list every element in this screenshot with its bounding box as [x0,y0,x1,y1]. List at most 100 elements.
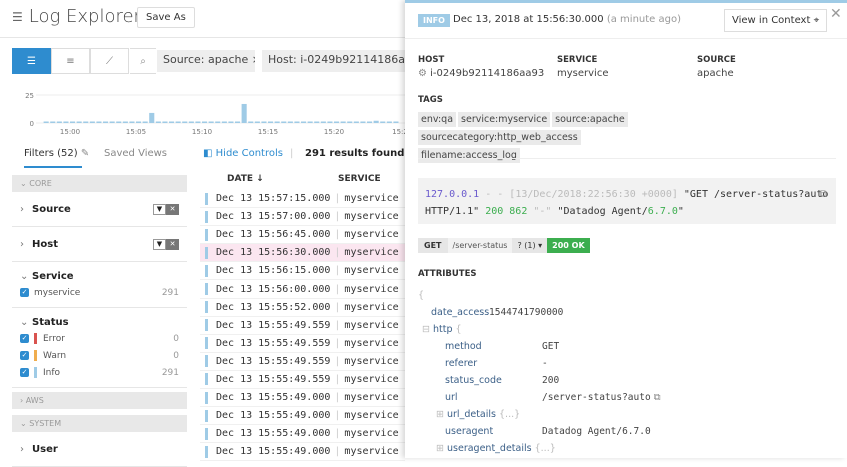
histogram-bar[interactable] [393,122,398,124]
histogram-bar[interactable] [215,122,220,124]
histogram-bar[interactable] [182,122,187,124]
clear-icon[interactable]: ✕ [166,239,179,250]
facet-item[interactable]: ✓myservice291 [20,284,179,301]
log-row[interactable]: Dec 13 15:56:00.000|myservice [200,280,405,298]
facet-header[interactable]: ⌄Status [20,314,179,330]
facet-item-info[interactable]: ✓Info291 [20,364,179,381]
attr-method[interactable]: methodGET [418,338,818,355]
log-row[interactable]: Dec 13 15:55:49.000|myservice [200,407,405,425]
attr-http[interactable]: ⊟ http { [418,321,818,338]
source-value[interactable]: apache [697,68,734,79]
histogram-bar[interactable] [235,122,240,124]
histogram-bar[interactable] [248,122,253,124]
histogram-bar[interactable] [110,122,115,124]
histogram-bar[interactable] [143,122,148,124]
log-row[interactable]: Dec 13 15:55:49.559|myservice [200,335,405,353]
histogram-bar[interactable] [149,113,154,123]
histogram-bar[interactable] [354,122,359,124]
facet-host[interactable]: ›Host▼✕ [12,227,187,262]
attr-useragent[interactable]: useragentDatadog Agent/6.7.0 [418,423,818,440]
tag[interactable]: sourcecategory:http_web_access [418,130,581,145]
host-value[interactable]: ⚙ i-0249b92114186aa93 [418,68,544,79]
histogram-bar[interactable] [261,122,266,124]
histogram-bar[interactable] [129,122,134,124]
filter-icon[interactable]: ▼ [153,239,166,250]
log-row[interactable]: Dec 13 15:57:00.000|myservice [200,208,405,226]
histogram-bar[interactable] [380,122,385,124]
checkbox-checked-icon[interactable]: ✓ [20,368,29,377]
histogram-bar[interactable] [77,122,82,124]
attr-useragent-details[interactable]: ⊞ useragent_details {...} [418,440,818,457]
histogram-bar[interactable] [314,122,319,124]
histogram-bar[interactable] [176,122,181,124]
histogram-bar[interactable] [321,122,326,124]
filter-icon[interactable]: ▼ [153,204,166,215]
histogram-bar[interactable] [96,122,101,124]
attr-status-code[interactable]: status_code200 [418,372,818,389]
histogram-bar[interactable] [136,122,141,124]
histogram-bar[interactable] [70,122,75,124]
query-dropdown[interactable]: ? (1) ▾ [512,238,547,253]
section-core[interactable]: ⌄ CORE [12,175,187,192]
column-date[interactable]: DATE ↓ [227,174,338,184]
histogram-bar[interactable] [294,122,299,124]
histogram-bar[interactable] [374,121,379,123]
tab-saved-views[interactable]: Saved Views [104,148,167,159]
histogram-bar[interactable] [195,122,200,124]
histogram-bar[interactable] [347,122,352,124]
close-icon[interactable]: ✕ [830,6,842,22]
histogram-bar[interactable] [90,122,95,124]
histogram-bar[interactable] [202,122,207,124]
histogram-bar[interactable] [189,122,194,124]
histogram-bar[interactable] [387,122,392,124]
histogram-bar[interactable] [123,122,128,124]
histogram-bar[interactable] [162,122,167,124]
log-row[interactable]: Dec 13 15:56:30.000|myservice [200,244,405,262]
search-pill-source[interactable]: Source: apache × [157,50,255,72]
tag[interactable]: service:myservice [458,112,550,127]
checkbox-checked-icon[interactable]: ✓ [20,288,29,297]
histogram-bar[interactable] [50,122,55,124]
log-row[interactable]: Dec 13 15:56:15.000|myservice [200,262,405,280]
section-system[interactable]: ⌄ SYSTEM [12,415,187,432]
collapse-icon[interactable]: ⊟ [422,324,430,335]
log-row[interactable]: Dec 13 15:55:49.000|myservice [200,389,405,407]
tag[interactable]: filename:access_log [418,148,520,163]
facet-item-error[interactable]: ✓Error0 [20,330,179,347]
attr-url-details[interactable]: ⊞ url_details {...} [418,406,818,423]
histogram-bar[interactable] [255,122,260,124]
log-row[interactable]: Dec 13 15:55:49.559|myservice [200,317,405,335]
histogram-bar[interactable] [327,122,332,124]
log-row[interactable]: Dec 13 15:55:49.000|myservice [200,425,405,443]
attr-url[interactable]: url/server-status?auto ⧉ [418,389,818,406]
tab-filters[interactable]: Filters (52) ✎ [24,148,89,159]
histogram-bar[interactable] [242,104,247,123]
histogram-bar[interactable] [63,122,68,124]
attr-referer[interactable]: referer- [418,355,818,372]
checkbox-checked-icon[interactable]: ✓ [20,351,29,360]
hide-controls-button[interactable]: ◧ Hide Controls [203,148,283,159]
histogram-bar[interactable] [308,122,313,124]
histogram-bar[interactable] [103,122,108,124]
histogram-bar[interactable] [275,122,280,124]
histogram-bar[interactable] [156,122,161,124]
section-aws[interactable]: › AWS [12,392,187,409]
log-row[interactable]: Dec 13 15:57:15.000|myservice [200,190,405,208]
histogram-bar[interactable] [44,122,49,124]
histogram-bar[interactable] [288,122,293,124]
copy-icon[interactable]: ⧉ [654,392,661,403]
save-as-button[interactable]: Save As [137,7,195,28]
histogram-bar[interactable] [222,122,227,124]
histogram-bar[interactable] [116,122,121,124]
log-row[interactable]: Dec 13 15:55:49.000|myservice [200,443,405,461]
log-row[interactable]: Dec 13 15:55:52.000|myservice [200,299,405,317]
log-row[interactable]: Dec 13 15:55:49.559|myservice [200,371,405,389]
histogram-bar[interactable] [83,122,88,124]
service-value[interactable]: myservice [557,68,608,79]
histogram-bar[interactable] [57,122,62,124]
histogram-bar[interactable] [360,122,365,124]
clear-icon[interactable]: ✕ [166,204,179,215]
facet-user[interactable]: ›User [12,432,187,467]
expand-icon[interactable]: ⊞ [436,443,444,454]
log-row[interactable]: Dec 13 15:56:45.000|myservice [200,226,405,244]
